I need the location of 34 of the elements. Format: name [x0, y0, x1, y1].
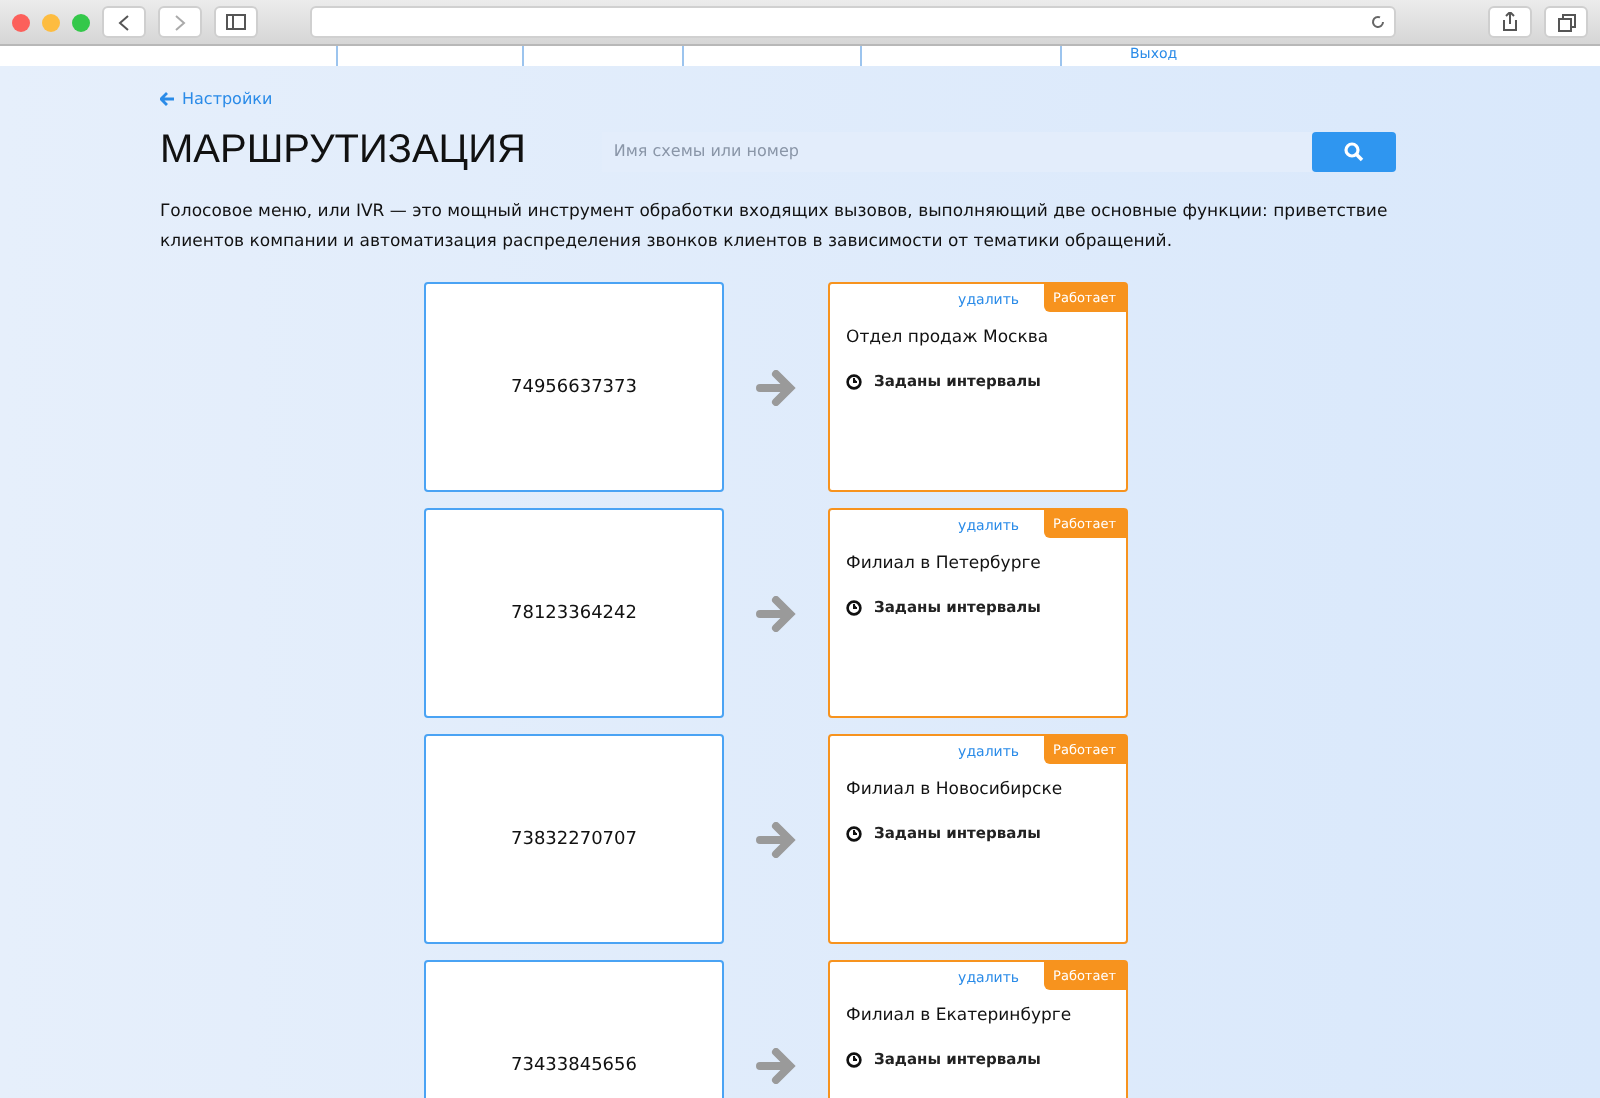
scheme-name: Отдел продаж Москва	[846, 328, 1051, 348]
clock-icon	[846, 1051, 862, 1067]
phone-number-card[interactable]: 73832270707	[424, 734, 724, 944]
back-button[interactable]	[102, 6, 146, 38]
arrow-right-icon	[756, 821, 796, 857]
phone-number-card[interactable]: 74956637373	[424, 282, 724, 492]
page-title: МАРШРУТИЗАЦИЯ	[160, 128, 526, 174]
reload-icon[interactable]	[1370, 14, 1386, 30]
scheme-name: Филиал в Петербурге	[846, 554, 1043, 574]
description-text: Голосовое меню, или IVR — это мощный инструмент обработки входящих вызовов, выполняющий две основные функции: приветствие клиентов компании и автоматизация распределения звонков клиентов в зависимости от тематики обращений.	[160, 200, 1390, 256]
arrow-right-icon	[756, 595, 796, 631]
share-icon	[1502, 12, 1518, 32]
arrow-right-icon	[756, 369, 796, 405]
arrow-right-icon	[756, 1047, 796, 1083]
clock-icon	[846, 599, 862, 615]
sidebar-icon	[226, 14, 246, 30]
close-window-icon[interactable]	[12, 13, 30, 31]
chevron-left-icon	[118, 13, 130, 31]
clock-icon	[846, 825, 862, 841]
tabs-icon	[1557, 13, 1575, 31]
phone-number-card[interactable]: 78123364242	[424, 508, 724, 718]
scheme-name: Филиал в Екатеринбурге	[846, 1006, 1074, 1026]
share-button[interactable]	[1488, 6, 1532, 38]
search-icon	[1344, 141, 1364, 161]
phone-number-card[interactable]: 73433845656	[424, 960, 724, 1098]
search-button[interactable]	[1312, 131, 1396, 171]
arrow-left-icon	[160, 92, 174, 106]
sidebar-button[interactable]	[214, 6, 258, 38]
clock-icon	[846, 373, 862, 389]
tabs-button[interactable]	[1544, 6, 1588, 38]
chevron-right-icon	[174, 13, 186, 31]
scheme-name: Филиал в Новосибирске	[846, 780, 1065, 800]
forward-button[interactable]	[158, 6, 202, 38]
zoom-window-icon[interactable]	[72, 13, 90, 31]
